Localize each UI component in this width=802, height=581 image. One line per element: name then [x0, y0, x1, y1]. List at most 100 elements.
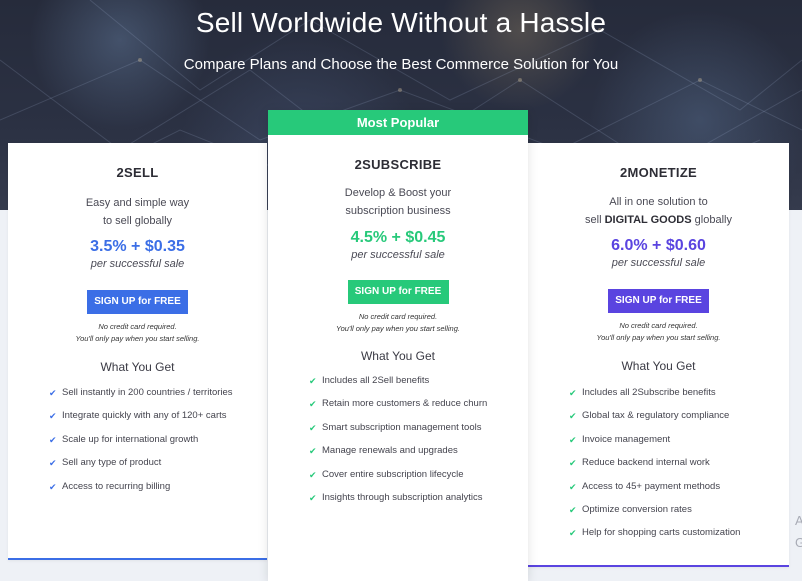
feature-label: Sell instantly in 200 countries / territ…: [62, 387, 233, 398]
feature-label: Reduce backend internal work: [582, 457, 710, 469]
plan-price-caption: per successful sale: [611, 257, 706, 269]
plan-name: 2SELL: [116, 165, 159, 180]
feature-label: Integrate quickly with any of 120+ carts: [62, 410, 227, 422]
what-you-get-heading: What You Get: [100, 360, 175, 374]
check-icon: ✔: [309, 446, 317, 457]
check-icon: ✔: [569, 528, 577, 539]
hero-subtitle: Compare Plans and Choose the Best Commer…: [183, 56, 619, 73]
signup-button[interactable]: SIGN UP for FREE: [608, 289, 709, 313]
plan-price: 6.0% + $0.60: [611, 237, 706, 254]
feature-item: ✔ Sell instantly in 200 countries / terri…: [49, 386, 267, 409]
signup-button[interactable]: SIGN UP for FREE: [347, 280, 449, 304]
feature-item: ✔ Access to 45+ payment methods: [569, 480, 789, 503]
feature-label: Access to recurring billing: [62, 480, 171, 492]
feature-label: Invoice management: [582, 433, 671, 445]
check-icon: ✔: [569, 481, 577, 492]
check-icon: ✔: [49, 388, 57, 398]
plan-name: 2SUBSCRIBE: [354, 157, 442, 172]
plan-description-text: globally: [691, 214, 732, 226]
signup-note-line: You'll only pay when you start selling.: [335, 324, 460, 333]
feature-item: ✔ Insights through subscription analytics: [309, 491, 528, 514]
feature-item: ✔ Reduce backend internal work: [569, 456, 789, 479]
feature-item: ✔ Invoice management: [569, 433, 789, 456]
check-icon: ✔: [569, 388, 577, 398]
plan-price: 4.5% + $0.45: [350, 229, 446, 246]
feature-item: ✔ Help for shopping carts customization: [569, 526, 789, 549]
feature-label: Global tax & regulatory compliance: [582, 410, 730, 422]
plan-description-line: Develop & Boost your: [344, 187, 452, 199]
hero-title: Sell Worldwide Without a Hassle: [195, 7, 607, 38]
plan-description-line: to sell globally: [102, 215, 173, 227]
feature-label: Insights through subscription analytics: [322, 491, 483, 503]
check-icon: ✔: [569, 434, 577, 445]
check-icon: ✔: [569, 504, 577, 515]
check-icon: ✔: [309, 469, 317, 480]
feature-item: ✔ Manage renewals and upgrades: [309, 444, 528, 467]
plan-name: 2MONETIZE: [619, 165, 698, 180]
feature-label: Cover entire subscription lifecycle: [322, 468, 464, 480]
plan-description-line: subscription business: [345, 205, 451, 217]
check-icon: ✔: [49, 481, 57, 492]
signup-note: No credit card required. You'll only pay…: [528, 320, 789, 344]
plan-card-2sell: 2SELL Easy and simple way to sell global…: [8, 143, 267, 560]
check-icon: ✔: [49, 411, 57, 422]
feature-item: ✔ Cover entire subscription lifecycle: [309, 468, 528, 491]
signup-note: No credit card required. You'll only pay…: [268, 311, 528, 335]
plan-description: Develop & Boost your subscription busine…: [268, 184, 528, 220]
check-icon: ✔: [309, 376, 317, 386]
plan-card-2monetize: 2MONETIZE All in one solution to sell DI…: [528, 143, 789, 567]
signup-note-line: No credit card required.: [358, 312, 438, 321]
feature-label: Smart subscription management tools: [322, 421, 482, 433]
most-popular-badge: Most Popular: [268, 110, 528, 135]
feature-label: Access to 45+ payment methods: [582, 480, 721, 492]
plan-price-caption: per successful sale: [90, 258, 185, 270]
feature-item: ✔ Global tax & regulatory compliance: [569, 409, 789, 432]
check-icon: ✔: [309, 492, 317, 503]
clipped-edge-text: G: [795, 535, 802, 550]
plan-description-line: sell DIGITAL GOODS globally: [528, 211, 789, 229]
what-you-get-heading: What You Get: [360, 349, 436, 363]
feature-item: ✔ Includes all 2Sell benefits: [309, 374, 528, 397]
feature-item: ✔ Retain more customers & reduce churn: [309, 397, 528, 420]
check-icon: ✔: [309, 422, 317, 433]
plan-description-emphasis: DIGITAL GOODS: [604, 214, 692, 226]
feature-label: Includes all 2Subscribe benefits: [582, 387, 716, 398]
check-icon: ✔: [569, 458, 577, 469]
feature-item: ✔ Integrate quickly with any of 120+ cart…: [49, 409, 267, 432]
signup-note-line: No credit card required.: [98, 322, 177, 331]
feature-label: Manage renewals and upgrades: [322, 445, 458, 457]
feature-item: ✔ Optimize conversion rates: [569, 503, 789, 526]
check-icon: ✔: [309, 399, 317, 410]
feature-item: ✔ Scale up for international growth: [49, 433, 267, 456]
feature-label: Includes all 2Sell benefits: [322, 375, 430, 386]
what-you-get-heading: What You Get: [621, 359, 696, 373]
plan-price-caption: per successful sale: [351, 249, 445, 261]
signup-note-line: No credit card required.: [619, 321, 698, 330]
plan-description-line: All in one solution to: [609, 196, 708, 208]
signup-note-line: You'll only pay when you start selling.: [75, 334, 200, 343]
signup-note-line: You'll only pay when you start selling.: [596, 333, 721, 342]
plan-description: All in one solution to sell DIGITAL GOOD…: [528, 193, 789, 229]
clipped-edge-text: A: [795, 513, 802, 528]
check-icon: ✔: [49, 458, 57, 469]
feature-list: ✔ Sell instantly in 200 countries / terri…: [49, 386, 267, 503]
plan-price: 3.5% + $0.35: [90, 238, 185, 255]
feature-label: Scale up for international growth: [62, 433, 199, 445]
check-icon: ✔: [49, 434, 57, 445]
feature-item: ✔ Smart subscription management tools: [309, 421, 528, 444]
feature-list: ✔ Includes all 2Subscribe benefits ✔ Globa…: [569, 386, 789, 550]
plan-description: Easy and simple way to sell globally: [8, 194, 267, 230]
feature-list: ✔ Includes all 2Sell benefits ✔ Retain mor…: [309, 374, 528, 514]
check-icon: ✔: [569, 411, 577, 422]
plan-description-text: sell: [585, 214, 605, 226]
plan-description-line: Easy and simple way: [85, 197, 190, 209]
feature-label: Optimize conversion rates: [582, 503, 692, 515]
plan-card-2subscribe: Most Popular 2SUBSCRIBE Develop & Boost …: [268, 110, 528, 581]
feature-item: ✔ Includes all 2Subscribe benefits: [569, 386, 789, 409]
signup-note: No credit card required. You'll only pay…: [8, 321, 267, 345]
feature-label: Help for shopping carts customization: [582, 527, 741, 539]
feature-label: Sell any type of product: [62, 457, 162, 469]
signup-button[interactable]: SIGN UP for FREE: [87, 290, 188, 314]
feature-item: ✔ Sell any type of product: [49, 456, 267, 479]
feature-label: Retain more customers & reduce churn: [322, 398, 488, 410]
